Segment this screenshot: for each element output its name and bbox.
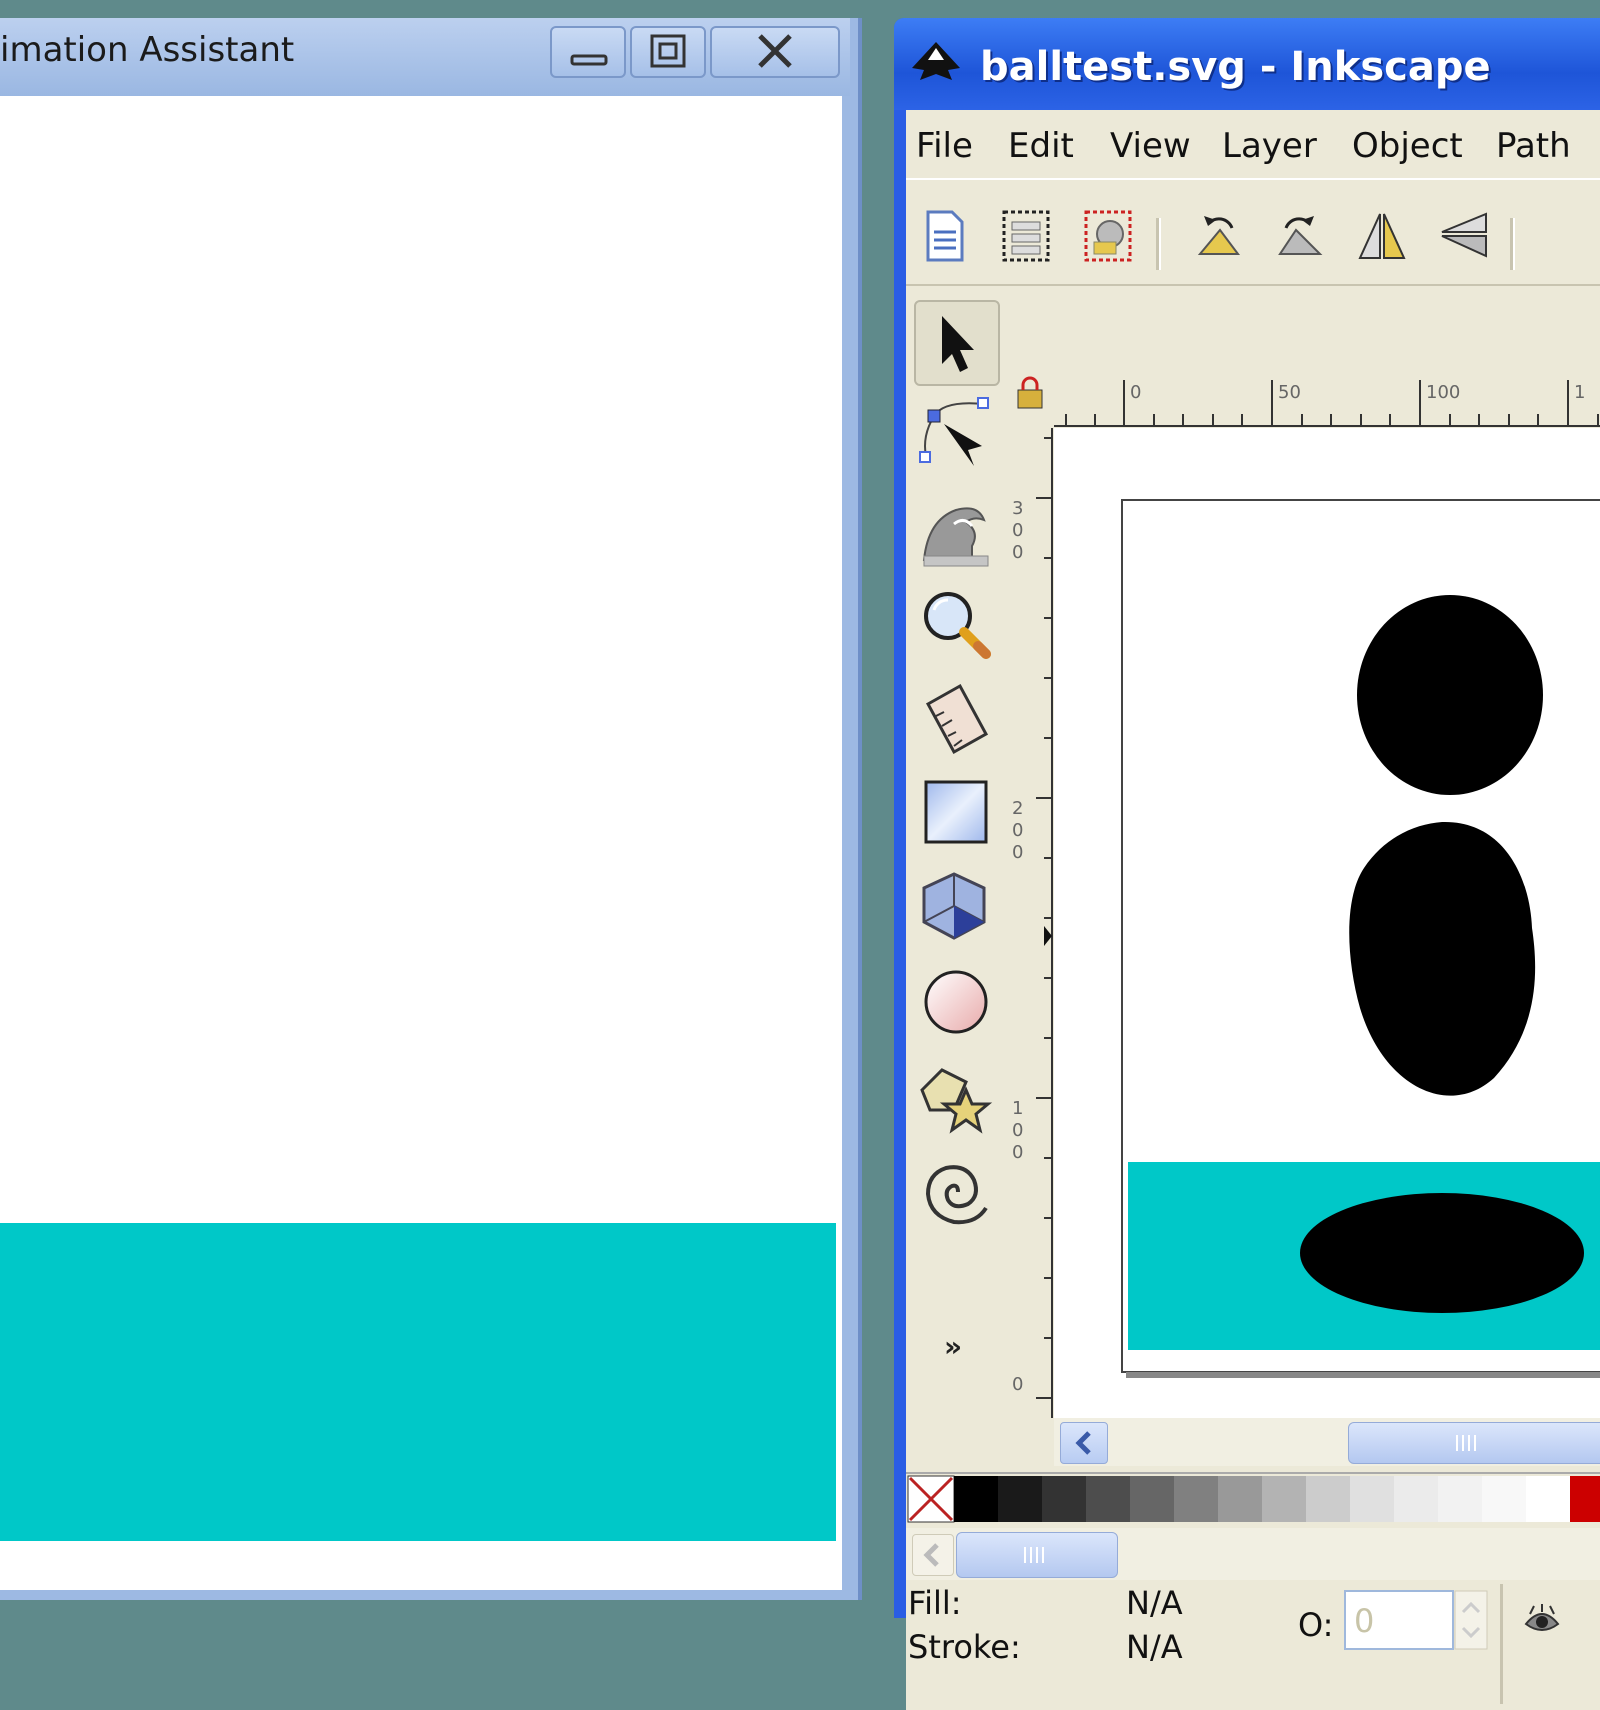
ruler-left-label: 0	[1012, 1374, 1024, 1395]
left-title-bar[interactable]: imation Assistant	[0, 18, 850, 96]
maximize-button[interactable]	[630, 26, 706, 78]
ruler-top-label: 100	[1426, 382, 1461, 403]
opacity-value: 0	[1354, 1602, 1375, 1640]
left-window-title: imation Assistant	[0, 30, 295, 70]
tweak-tool-icon[interactable]	[914, 490, 1000, 576]
menu-object[interactable]: Object	[1352, 126, 1463, 166]
ball-frame-squashed	[1300, 1193, 1584, 1313]
menu-path[interactable]: Path	[1496, 126, 1571, 166]
ruler-left-label: 100	[1012, 1098, 1024, 1163]
opacity-spinner[interactable]	[1454, 1590, 1488, 1650]
drawing-svg	[1121, 499, 1600, 1378]
new-document-icon[interactable]	[916, 206, 972, 266]
canvas-horizontal-scrollbar[interactable]	[1054, 1418, 1600, 1466]
ground-rectangle	[0, 1223, 836, 1541]
stroke-label: Stroke:	[908, 1628, 1021, 1666]
palette-scroll-left-button[interactable]	[912, 1534, 954, 1576]
ball-frame-top	[1357, 595, 1543, 795]
measure-tool-icon[interactable]	[914, 678, 1000, 764]
vertical-ruler: 300 200 100 0	[1010, 428, 1054, 1418]
maximize-icon	[650, 34, 686, 68]
lock-guides-icon[interactable]	[1010, 376, 1050, 412]
horizontal-ruler: 0 50 100 1	[1054, 374, 1600, 428]
vertical-ruler-ticks	[1036, 428, 1053, 1418]
rotate-cw-icon[interactable]	[1272, 206, 1328, 266]
more-tools-button[interactable]: »	[944, 1330, 962, 1363]
chevron-left-icon	[1075, 1431, 1091, 1455]
ruler-top-label: 50	[1278, 382, 1301, 403]
palette-scrollbar[interactable]	[906, 1528, 1600, 1580]
ruler-top-label: 1	[1574, 382, 1586, 403]
close-button[interactable]	[710, 26, 840, 78]
inkscape-title-bar[interactable]: balltest.svg - Inkscape	[894, 18, 1600, 110]
animation-assistant-window: imation Assistant	[0, 18, 862, 1600]
menu-layer[interactable]: Layer	[1222, 126, 1317, 166]
menu-bar: File Edit View Layer Object Path	[906, 110, 1600, 178]
rectangle-tool-icon[interactable]	[914, 772, 1000, 858]
close-icon	[758, 34, 792, 68]
palette-scroll-thumb[interactable]	[956, 1532, 1118, 1578]
fill-label: Fill:	[908, 1584, 962, 1622]
menu-file[interactable]: File	[916, 126, 973, 166]
opacity-label: O:	[1298, 1606, 1334, 1644]
minimize-button[interactable]	[550, 26, 626, 78]
inkscape-window-title: balltest.svg - Inkscape	[980, 44, 1491, 90]
grip-icon	[1024, 1547, 1044, 1563]
inkscape-logo-icon	[912, 42, 960, 80]
flip-horizontal-icon[interactable]	[1354, 206, 1410, 266]
layer-visibility-icon[interactable]	[1522, 1602, 1562, 1638]
menu-edit[interactable]: Edit	[1008, 126, 1074, 166]
star-tool-icon[interactable]	[914, 1054, 1000, 1140]
stroke-value[interactable]: N/A	[1126, 1628, 1183, 1666]
spiral-tool-icon[interactable]	[914, 1148, 1000, 1234]
inkscape-body: File Edit View Layer Object Path » 0 50 …	[906, 110, 1600, 1710]
zoom-tool-icon[interactable]	[914, 584, 1000, 670]
palette-swatches	[907, 1475, 1600, 1523]
ruler-left-label: 200	[1012, 798, 1024, 863]
canvas-scroll-thumb[interactable]	[1348, 1422, 1600, 1464]
minimize-icon	[570, 54, 608, 66]
page-shadow	[1126, 1372, 1600, 1378]
select-all-icon[interactable]	[998, 206, 1054, 266]
scroll-left-button[interactable]	[1060, 1422, 1108, 1464]
selector-tool-button[interactable]	[914, 300, 1000, 386]
ruler-top-label: 0	[1130, 382, 1142, 403]
status-separator	[1500, 1584, 1503, 1704]
rotate-ccw-icon[interactable]	[1190, 206, 1246, 266]
flip-vertical-icon[interactable]	[1436, 206, 1492, 266]
drawing-canvas[interactable]	[1054, 428, 1600, 1418]
fill-value[interactable]: N/A	[1126, 1584, 1183, 1622]
toolbar-separator	[1510, 218, 1515, 270]
color-palette	[906, 1472, 1600, 1526]
inkscape-window: balltest.svg - Inkscape File Edit View L…	[894, 18, 1600, 1710]
opacity-input[interactable]: 0	[1344, 1590, 1454, 1650]
chevron-left-icon	[923, 1543, 939, 1567]
select-all-in-all-layers-icon[interactable]	[1080, 206, 1136, 266]
ellipse-tool-icon[interactable]	[914, 960, 1000, 1046]
grip-icon	[1456, 1435, 1476, 1451]
toolbar-separator	[1156, 218, 1161, 270]
ruler-left-label: 300	[1012, 498, 1024, 563]
selector-tool-icon	[942, 316, 974, 372]
menu-view[interactable]: View	[1110, 126, 1191, 166]
node-tool-icon[interactable]	[914, 396, 1000, 482]
3d-box-tool-icon[interactable]	[914, 866, 1000, 952]
